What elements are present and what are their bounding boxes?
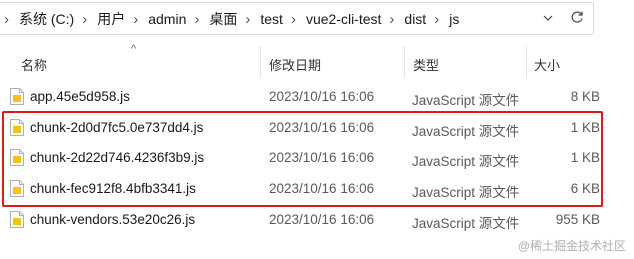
breadcrumb-separator: › xyxy=(434,10,440,28)
column-header-modified[interactable]: 修改日期 xyxy=(269,55,321,74)
breadcrumb-item[interactable]: js xyxy=(445,11,463,27)
column-header-name[interactable]: 名称 xyxy=(21,55,47,74)
file-name: app.45e5d958.js xyxy=(30,89,130,104)
breadcrumb-item[interactable]: 用户 xyxy=(93,9,129,29)
address-history-button[interactable] xyxy=(537,7,559,29)
breadcrumb-separator: › xyxy=(133,10,139,28)
file-modified: 2023/10/16 16:06 xyxy=(269,89,375,104)
address-bar[interactable]: › 系统 (C:) › 用户 › admin › 桌面 › test › vue… xyxy=(0,0,634,38)
breadcrumb-separator: › xyxy=(389,10,395,28)
chevron-down-icon xyxy=(543,15,553,21)
file-name: chunk-vendors.53e20c26.js xyxy=(30,212,196,227)
file-row[interactable]: chunk-vendors.53e20c26.js 2023/10/16 16:… xyxy=(0,205,634,235)
breadcrumb[interactable]: › 系统 (C:) › 用户 › admin › 桌面 › test › vue… xyxy=(0,0,463,38)
file-type: JavaScript 源文件 xyxy=(412,93,520,108)
column-header-size[interactable]: 大小 xyxy=(534,55,560,74)
column-header-type[interactable]: 类型 xyxy=(413,55,439,74)
refresh-icon xyxy=(571,11,583,23)
breadcrumb-item[interactable]: 系统 (C:) xyxy=(15,9,78,29)
file-size: 955 KB xyxy=(555,212,600,227)
breadcrumb-item[interactable]: vue2-cli-test xyxy=(302,11,385,27)
breadcrumb-separator: › xyxy=(245,10,251,28)
watermark: @稀土掘金技术社区 xyxy=(517,239,626,253)
column-header-row: ^ 名称 修改日期 类型 大小 xyxy=(0,43,634,78)
breadcrumb-separator: › xyxy=(82,10,88,28)
breadcrumb-item[interactable]: admin xyxy=(144,11,190,27)
breadcrumb-item[interactable]: dist xyxy=(400,11,430,27)
breadcrumb-item[interactable]: test xyxy=(256,11,287,27)
highlight-box xyxy=(2,111,603,207)
refresh-button[interactable] xyxy=(566,6,588,28)
file-type: JavaScript 源文件 xyxy=(412,216,520,231)
column-divider[interactable] xyxy=(404,46,405,78)
breadcrumb-item[interactable]: 桌面 xyxy=(205,9,241,29)
file-modified: 2023/10/16 16:06 xyxy=(269,212,375,227)
breadcrumb-separator: › xyxy=(4,10,9,28)
js-file-icon xyxy=(10,211,24,228)
sort-ascending-icon: ^ xyxy=(131,43,137,55)
file-row[interactable]: app.45e5d958.js 2023/10/16 16:06 JavaScr… xyxy=(0,82,634,112)
js-file-icon xyxy=(10,88,24,105)
column-divider[interactable] xyxy=(260,46,261,78)
column-divider[interactable] xyxy=(526,46,527,78)
breadcrumb-separator: › xyxy=(290,10,296,28)
breadcrumb-separator: › xyxy=(194,10,200,28)
file-size: 8 KB xyxy=(570,89,600,104)
